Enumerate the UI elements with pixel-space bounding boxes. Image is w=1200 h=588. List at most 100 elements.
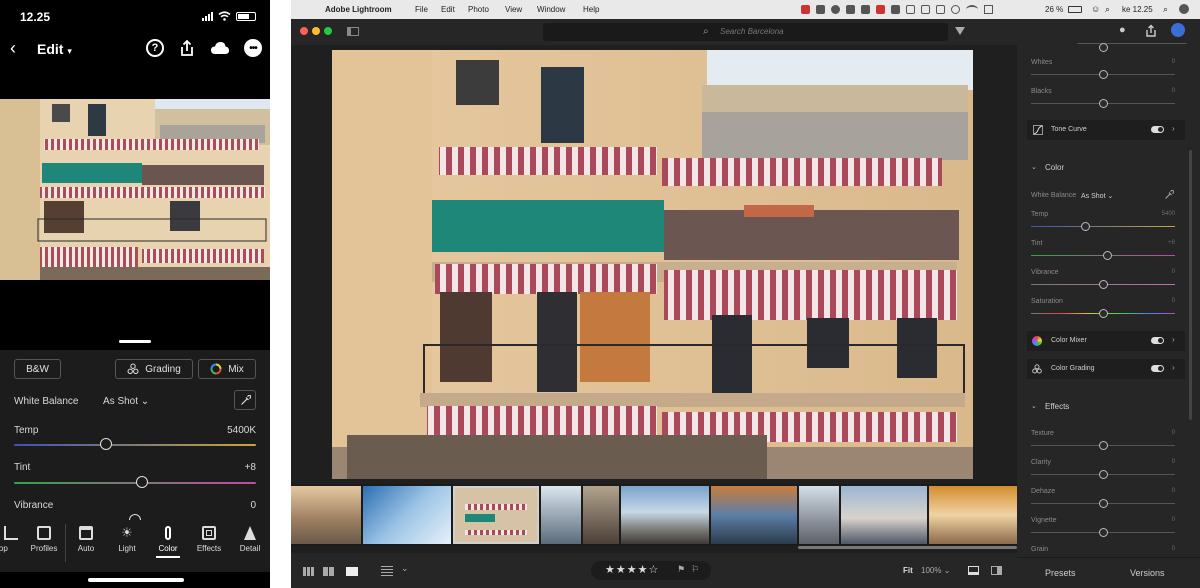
nav-color[interactable]: Color — [148, 526, 188, 558]
spotlight-icon[interactable]: ⌕ — [1105, 4, 1110, 15]
panel-vibrance-slider-knob[interactable] — [1098, 280, 1108, 289]
tint-slider[interactable] — [14, 482, 256, 484]
filmstrip-thumbnail[interactable] — [363, 486, 451, 544]
battery-icon[interactable] — [1068, 6, 1082, 13]
status-icon[interactable] — [936, 5, 945, 14]
status-icon[interactable] — [921, 5, 930, 14]
sort-icon[interactable] — [381, 566, 393, 576]
window-close-button[interactable] — [300, 27, 308, 35]
compare-icon[interactable] — [968, 566, 979, 575]
cloud-sync-icon[interactable] — [210, 39, 230, 57]
reject-flag-icon[interactable]: ⚐ — [691, 564, 699, 575]
status-icon[interactable] — [876, 5, 885, 14]
color-mixer-section[interactable]: Color Mixer › — [1027, 331, 1185, 351]
status-icon[interactable] — [846, 5, 855, 14]
window-zoom-button[interactable] — [324, 27, 332, 35]
menu-edit[interactable]: Edit — [441, 5, 455, 14]
status-icon[interactable] — [861, 5, 870, 14]
versions-button[interactable]: Versions — [1130, 568, 1165, 578]
filmstrip-thumbnail[interactable] — [621, 486, 709, 544]
blacks-slider-knob[interactable] — [1098, 99, 1108, 108]
zoom-dropdown[interactable]: 100% ⌄ — [921, 566, 950, 575]
texture-slider-knob[interactable] — [1098, 441, 1108, 450]
nav-detail[interactable]: Detail — [230, 526, 270, 553]
menu-file[interactable]: File — [415, 5, 428, 14]
siri-icon[interactable] — [1179, 4, 1189, 14]
panel-eyedropper-icon[interactable] — [1164, 190, 1174, 200]
filmstrip-thumbnail[interactable] — [799, 486, 839, 544]
status-icon[interactable] — [984, 5, 993, 14]
nav-auto[interactable]: Auto — [66, 526, 106, 553]
menu-window[interactable]: Window — [537, 5, 565, 14]
filmstrip-thumbnail[interactable] — [711, 486, 797, 544]
temp-slider[interactable] — [14, 444, 256, 446]
share-icon[interactable] — [178, 39, 196, 57]
nav-light[interactable]: ☀ Light — [107, 526, 147, 554]
bw-button[interactable]: B&W — [14, 359, 61, 379]
temp-slider-knob[interactable] — [99, 438, 112, 450]
menu-photo[interactable]: Photo — [468, 5, 489, 14]
panel-scrollbar[interactable] — [1189, 150, 1192, 420]
vignette-slider-knob[interactable] — [1098, 528, 1108, 537]
search-icon[interactable]: ⌕ — [1163, 4, 1168, 15]
grid-view-icon[interactable] — [303, 567, 314, 576]
search-field[interactable]: ⌕ Search Barcelona — [543, 23, 948, 41]
color-grading-expand-icon[interactable]: › — [1172, 363, 1175, 372]
tone-curve-expand-icon[interactable]: › — [1172, 124, 1175, 133]
more-options-icon[interactable]: ••• — [244, 39, 262, 57]
filter-icon[interactable] — [955, 27, 965, 35]
filmstrip-thumbnail[interactable] — [929, 486, 1017, 544]
whites-slider-knob[interactable] — [1098, 70, 1108, 79]
dehaze-slider-knob[interactable] — [1098, 499, 1108, 508]
before-after-icon[interactable] — [991, 566, 1002, 575]
color-mixer-expand-icon[interactable]: › — [1172, 335, 1175, 344]
presets-button[interactable]: Presets — [1045, 568, 1076, 578]
wifi-icon[interactable] — [966, 5, 978, 14]
nav-crop[interactable]: rop — [0, 526, 22, 553]
flag-icon[interactable]: ⚑ — [677, 564, 685, 575]
panel-temp-slider-knob[interactable] — [1081, 222, 1091, 231]
color-grading-toggle[interactable] — [1151, 365, 1164, 372]
filmstrip-scrollbar[interactable] — [798, 546, 1017, 549]
tone-curve-section[interactable]: Tone Curve › — [1027, 120, 1185, 140]
color-collapse-icon[interactable]: ⌄ — [1031, 163, 1037, 171]
detail-view-icon[interactable] — [346, 567, 358, 576]
star-rating[interactable]: ★★★★☆ — [605, 563, 659, 576]
square-grid-icon[interactable] — [323, 567, 334, 576]
status-icon[interactable] — [816, 5, 825, 14]
edit-dropdown[interactable]: Edit ▾ — [37, 41, 72, 57]
window-minimize-button[interactable] — [312, 27, 320, 35]
help-icon[interactable]: ? — [146, 39, 164, 57]
filmstrip-thumbnail[interactable] — [841, 486, 927, 544]
panel-temp-slider[interactable] — [1031, 226, 1175, 227]
slider-knob[interactable] — [1099, 43, 1108, 52]
white-balance-dropdown[interactable]: As Shot ⌄ — [103, 396, 149, 407]
status-icon[interactable] — [831, 5, 840, 14]
panel-drag-handle[interactable] — [119, 340, 151, 343]
clarity-slider-knob[interactable] — [1098, 470, 1108, 479]
filmstrip-thumbnail[interactable] — [541, 486, 581, 544]
panel-tint-slider-knob[interactable] — [1102, 251, 1112, 260]
user-avatar[interactable] — [1171, 23, 1185, 37]
grading-button[interactable]: Grading — [115, 359, 193, 379]
user-icon[interactable]: ☺ — [1091, 4, 1100, 14]
status-icon[interactable] — [951, 5, 960, 14]
filmstrip-thumbnail-selected[interactable] — [453, 486, 539, 544]
color-grading-section[interactable]: Color Grading › — [1027, 359, 1185, 379]
status-icon[interactable] — [906, 5, 915, 14]
photo-preview[interactable] — [0, 99, 270, 280]
eyedropper-button[interactable] — [234, 390, 256, 410]
filmstrip-thumbnail[interactable] — [291, 486, 361, 544]
menu-help[interactable]: Help — [583, 5, 599, 14]
back-icon[interactable]: ‹ — [10, 38, 16, 59]
sort-chevron-icon[interactable]: ⌄ — [401, 563, 409, 574]
filmstrip-thumbnail[interactable] — [583, 486, 619, 544]
tint-slider-knob[interactable] — [136, 476, 149, 488]
mix-button[interactable]: Mix — [198, 359, 256, 379]
color-mixer-toggle[interactable] — [1151, 337, 1164, 344]
status-icon[interactable] — [801, 5, 810, 14]
fit-button[interactable]: Fit — [903, 566, 913, 575]
menu-app-name[interactable]: Adobe Lightroom — [325, 5, 392, 14]
effects-section-title[interactable]: Effects — [1045, 402, 1069, 411]
sidebar-toggle-icon[interactable] — [347, 27, 359, 36]
